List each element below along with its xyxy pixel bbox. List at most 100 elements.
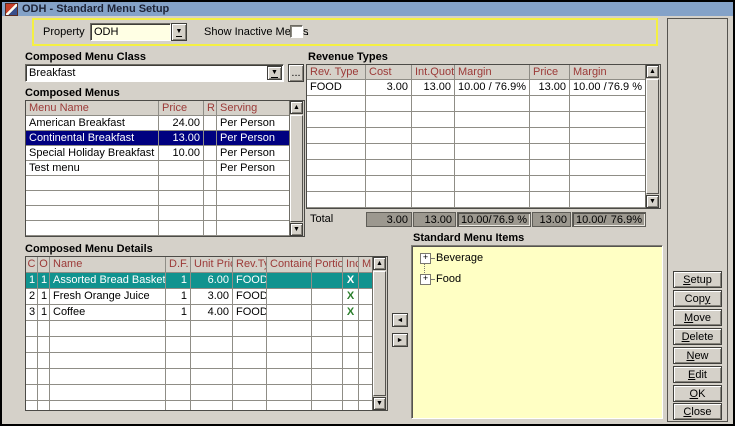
composed-menu-details-table: C O Name D.F. Unit Price Rev.Typ Contain… bbox=[25, 256, 388, 411]
revenue-row-empty[interactable] bbox=[307, 144, 660, 160]
scroll-down-button[interactable]: ▼ bbox=[373, 397, 386, 410]
revenue-row-empty[interactable] bbox=[307, 112, 660, 128]
detail-row-empty[interactable] bbox=[26, 353, 387, 369]
scrollbar-thumb[interactable] bbox=[373, 271, 386, 396]
composed-menu-class-label: Composed Menu Class bbox=[25, 51, 146, 63]
ellipsis-icon: ... bbox=[291, 67, 300, 79]
detail-row-empty[interactable] bbox=[26, 321, 387, 337]
delete-button[interactable]: Delete bbox=[673, 328, 722, 345]
new-button[interactable]: New bbox=[673, 347, 722, 364]
scrollbar-thumb[interactable] bbox=[290, 115, 303, 222]
property-combobox[interactable]: ODH bbox=[90, 23, 171, 41]
scroll-up-button[interactable]: ▲ bbox=[646, 65, 659, 78]
tree-expand-icon[interactable]: + bbox=[420, 274, 431, 285]
tree-node-label[interactable]: Beverage bbox=[436, 252, 483, 264]
app-icon bbox=[5, 3, 18, 16]
tree-dash bbox=[431, 258, 435, 259]
detail-row-empty[interactable] bbox=[26, 401, 387, 411]
detail-row-empty[interactable] bbox=[26, 385, 387, 401]
arrow-right-icon: ► bbox=[397, 337, 404, 344]
menu-row-empty[interactable] bbox=[26, 176, 304, 191]
class-dropdown-button[interactable]: ▼ bbox=[267, 66, 282, 80]
revenue-scrollbar[interactable]: ▲ ▼ bbox=[645, 65, 660, 208]
tree-node-beverage[interactable]: + Beverage bbox=[420, 252, 483, 264]
arrow-down-icon: ▼ bbox=[293, 226, 300, 233]
tree-node-label[interactable]: Food bbox=[436, 273, 461, 285]
composed-menus-label: Composed Menus bbox=[25, 87, 120, 99]
dropdown-arrow-icon: ▼ bbox=[271, 69, 278, 78]
standard-menu-items-panel: + Beverage + Food bbox=[411, 245, 663, 419]
title-bar[interactable]: ODH - Standard Menu Setup bbox=[2, 2, 733, 16]
col-name: Name bbox=[50, 257, 166, 273]
scroll-up-button[interactable]: ▲ bbox=[373, 257, 386, 270]
col-rev-typ: Rev.Typ bbox=[233, 257, 267, 273]
class-ellipsis-button[interactable]: ... bbox=[288, 64, 304, 82]
scroll-down-button[interactable]: ▼ bbox=[290, 223, 303, 236]
edit-button[interactable]: Edit bbox=[673, 366, 722, 383]
col-o: O bbox=[38, 257, 50, 273]
revenue-row-empty[interactable] bbox=[307, 96, 660, 112]
composed-menu-class-combobox[interactable]: Breakfast bbox=[25, 64, 284, 82]
show-inactive-menus-checkbox[interactable] bbox=[290, 25, 303, 38]
menu-row-empty[interactable] bbox=[26, 191, 304, 206]
tree-node-food[interactable]: + Food bbox=[420, 273, 461, 285]
window-title: ODH - Standard Menu Setup bbox=[22, 3, 169, 16]
property-dropdown-button[interactable]: ▼ bbox=[171, 23, 187, 41]
revenue-row-empty[interactable] bbox=[307, 160, 660, 176]
col-df: D.F. bbox=[166, 257, 191, 273]
col-int-quote: Int.Quote bbox=[412, 65, 455, 80]
col-margin-1: Margin bbox=[455, 65, 530, 80]
arrow-down-icon: ▼ bbox=[376, 400, 383, 407]
scrollbar-thumb[interactable] bbox=[646, 79, 659, 194]
revenue-row-empty[interactable] bbox=[307, 176, 660, 192]
col-m: M bbox=[359, 257, 373, 273]
detail-row-empty[interactable] bbox=[26, 369, 387, 385]
menu-row-empty[interactable] bbox=[26, 221, 304, 236]
details-scrollbar[interactable]: ▲ ▼ bbox=[372, 257, 387, 410]
menu-row[interactable]: Special Holiday Breakfast 10.00 Per Pers… bbox=[26, 146, 304, 161]
move-left-button[interactable]: ◄ bbox=[392, 313, 408, 327]
arrow-up-icon: ▲ bbox=[649, 68, 656, 75]
ok-button[interactable]: OK bbox=[673, 385, 722, 402]
col-r: R bbox=[204, 101, 217, 116]
scroll-up-button[interactable]: ▲ bbox=[290, 101, 303, 114]
menu-row-empty[interactable] bbox=[26, 206, 304, 221]
total-margin-2: 10.00/76.9% bbox=[572, 212, 646, 227]
menu-row-selected[interactable]: Continental Breakfast 13.00 Per Person bbox=[26, 131, 304, 146]
detail-row-selected[interactable]: 1 1 Assorted Bread Basket 1 6.00 FOOD X bbox=[26, 273, 387, 289]
details-header: C O Name D.F. Unit Price Rev.Typ Contain… bbox=[26, 257, 387, 273]
detail-row[interactable]: 2 1 Fresh Orange Juice 1 3.00 FOOD X bbox=[26, 289, 387, 305]
detail-row-empty[interactable] bbox=[26, 337, 387, 353]
col-price: Price bbox=[530, 65, 570, 80]
col-serving: Serving bbox=[217, 101, 290, 116]
scroll-down-button[interactable]: ▼ bbox=[646, 195, 659, 208]
col-c: C bbox=[26, 257, 38, 273]
total-int-quote: 13.00 bbox=[413, 212, 456, 227]
revenue-row-empty[interactable] bbox=[307, 128, 660, 144]
col-rev-type: Rev. Type bbox=[307, 65, 366, 80]
composed-menus-table: Menu Name Price R Serving American Break… bbox=[25, 100, 305, 237]
show-inactive-suffix: . bbox=[306, 26, 309, 38]
menus-scrollbar[interactable]: ▲ ▼ bbox=[289, 101, 304, 236]
arrow-up-icon: ▲ bbox=[376, 260, 383, 267]
copy-button[interactable]: Copy bbox=[673, 290, 722, 307]
menu-row[interactable]: Test menu Per Person bbox=[26, 161, 304, 176]
tree-expand-icon[interactable]: + bbox=[420, 253, 431, 264]
arrow-left-icon: ◄ bbox=[397, 317, 404, 324]
menu-row[interactable]: American Breakfast 24.00 Per Person bbox=[26, 116, 304, 131]
close-button[interactable]: Close bbox=[673, 403, 722, 420]
revenue-types-table: Rev. Type Cost Int.Quote Margin Price Ma… bbox=[306, 64, 661, 209]
setup-button[interactable]: Setup bbox=[673, 271, 722, 288]
revenue-types-header: Rev. Type Cost Int.Quote Margin Price Ma… bbox=[307, 65, 660, 80]
move-right-button[interactable]: ► bbox=[392, 333, 408, 347]
standard-menu-setup-window: ODH - Standard Menu Setup Property ODH ▼… bbox=[0, 0, 735, 426]
property-label: Property bbox=[43, 26, 85, 38]
col-container: Container bbox=[267, 257, 312, 273]
move-button[interactable]: Move bbox=[673, 309, 722, 326]
detail-row[interactable]: 3 1 Coffee 1 4.00 FOOD X bbox=[26, 305, 387, 321]
revenue-row-empty[interactable] bbox=[307, 192, 660, 208]
col-menu-name: Menu Name bbox=[26, 101, 159, 116]
revenue-row[interactable]: FOOD 3.00 13.00 10.00 /76.9% 13.00 10.00… bbox=[307, 80, 660, 96]
tree-dash bbox=[431, 279, 435, 280]
col-inc: Inc bbox=[343, 257, 359, 273]
